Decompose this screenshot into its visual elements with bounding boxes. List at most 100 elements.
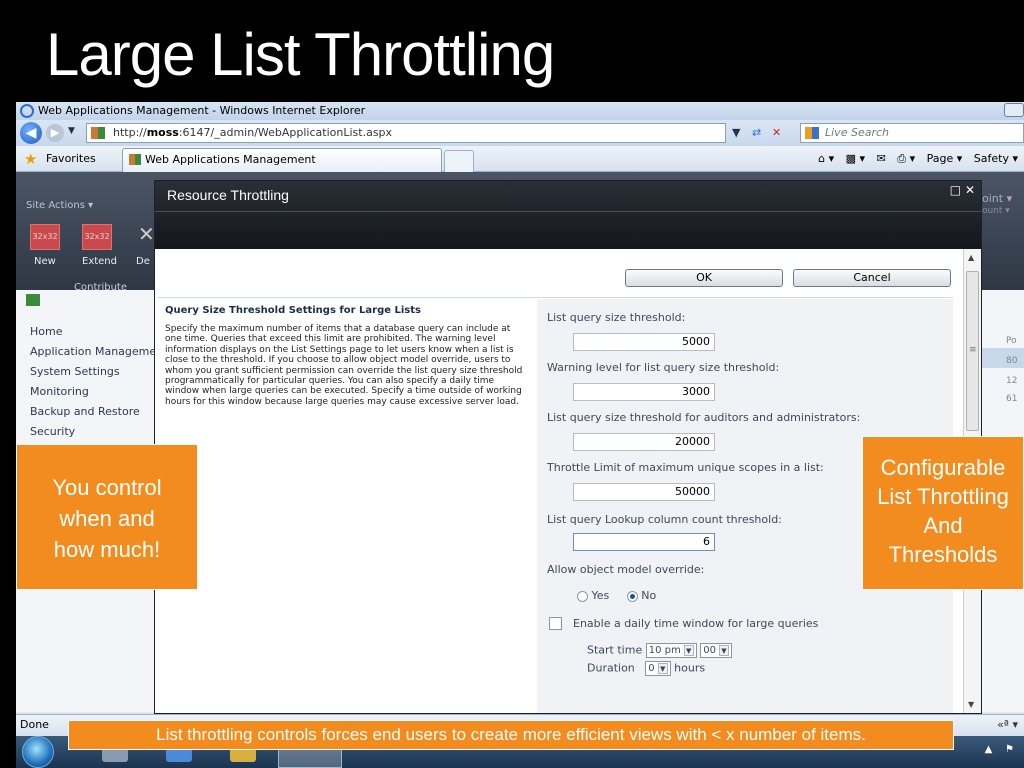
lookup-column-threshold-input[interactable]: 6 bbox=[573, 533, 715, 551]
extend-ribbon-icon[interactable]: 32x32 bbox=[82, 224, 112, 250]
nav-item-system-settings[interactable]: System Settings bbox=[16, 362, 156, 382]
time-window-checkbox[interactable] bbox=[549, 617, 562, 630]
site-actions-menu[interactable]: Site Actions ▾ bbox=[26, 200, 93, 211]
delete-ribbon-icon[interactable]: ✕ bbox=[138, 222, 155, 246]
search-input[interactable]: Live Search bbox=[800, 123, 1024, 143]
dialog-body: OK Cancel Query Size Threshold Settings … bbox=[155, 249, 965, 713]
left-nav: Home Application Management System Setti… bbox=[16, 322, 156, 442]
duration-row: Duration 0 ▼ hours bbox=[587, 661, 705, 676]
stop-icon[interactable]: ✕ bbox=[772, 123, 781, 143]
right-strip-row: 80 bbox=[1006, 356, 1018, 366]
section-title: Query Size Threshold Settings for Large … bbox=[165, 305, 421, 316]
nav-item-home[interactable]: Home bbox=[16, 322, 156, 342]
duration-select[interactable]: 0 ▼ bbox=[645, 661, 671, 676]
live-search-icon bbox=[805, 127, 819, 139]
nav-item-monitoring[interactable]: Monitoring bbox=[16, 382, 156, 402]
command-bar: ⌂ ▾ ▩ ▾ ✉ ⎙ ▾ Page ▾ Safety ▾ bbox=[810, 152, 1018, 166]
tab-web-applications-management[interactable]: Web Applications Management bbox=[122, 148, 442, 172]
object-model-override-label: Allow object model override: bbox=[547, 563, 705, 576]
override-yes-label: Yes bbox=[591, 589, 610, 602]
dialog-controls: □ ✕ bbox=[950, 183, 975, 197]
cancel-button[interactable]: Cancel bbox=[793, 269, 951, 287]
history-dropdown-icon[interactable]: ▼ bbox=[68, 126, 75, 136]
print-icon[interactable]: ⎙ ▾ bbox=[897, 152, 915, 165]
nav-item-security[interactable]: Security bbox=[16, 422, 156, 442]
right-strip-menu-2[interactable]: ount ▾ bbox=[982, 206, 1010, 216]
favorites-star-icon[interactable]: ★ bbox=[24, 150, 37, 168]
window-titlebar: Web Applications Management - Windows In… bbox=[16, 102, 1024, 120]
right-strip-menu[interactable]: oint ▾ bbox=[982, 192, 1012, 205]
new-ribbon-button[interactable]: New bbox=[34, 256, 56, 267]
maximize-icon[interactable]: □ bbox=[950, 183, 961, 197]
unique-scopes-input[interactable]: 50000 bbox=[573, 483, 715, 501]
site-favicon-icon bbox=[91, 127, 105, 139]
delete-ribbon-button[interactable]: De bbox=[136, 256, 150, 267]
navigate-up-icon[interactable] bbox=[26, 294, 40, 306]
new-tab-button[interactable] bbox=[444, 150, 474, 172]
close-icon[interactable]: ✕ bbox=[965, 183, 975, 197]
override-no-label: No bbox=[641, 589, 657, 602]
lookup-column-threshold-label: List query Lookup column count threshold… bbox=[547, 513, 782, 526]
url-input[interactable]: http://moss:6147/_admin/WebApplicationLi… bbox=[86, 123, 726, 143]
page-menu[interactable]: Page ▾ bbox=[927, 152, 963, 165]
chevron-down-icon: ▼ bbox=[718, 645, 729, 656]
nav-item-backup-restore[interactable]: Backup and Restore bbox=[16, 402, 156, 422]
safety-menu[interactable]: Safety ▾ bbox=[974, 152, 1018, 165]
callout-line: You control bbox=[52, 475, 162, 500]
forward-arrow-icon[interactable]: ▶ bbox=[46, 124, 64, 142]
hours-label: hours bbox=[674, 661, 706, 675]
list-query-size-threshold-input[interactable]: 5000 bbox=[573, 333, 715, 351]
url-dropdown-icon[interactable]: ▼ bbox=[732, 126, 740, 139]
scroll-up-icon[interactable]: ▲ bbox=[968, 253, 974, 262]
window-title: Web Applications Management - Windows In… bbox=[38, 104, 366, 117]
start-minute-value: 00 bbox=[703, 645, 716, 656]
mail-icon[interactable]: ✉ bbox=[877, 152, 886, 165]
scrollbar-grip-icon: ≡ bbox=[969, 345, 977, 355]
callout-configurable: Configurable List Throttling And Thresho… bbox=[862, 436, 1024, 590]
time-window-label: Enable a daily time window for large que… bbox=[573, 617, 819, 630]
back-arrow-icon[interactable]: ◀ bbox=[20, 122, 42, 144]
ok-button[interactable]: OK bbox=[625, 269, 783, 287]
warning-level-input[interactable]: 3000 bbox=[573, 383, 715, 401]
dialog-header: Resource Throttling □ ✕ bbox=[155, 181, 981, 249]
nav-item-application-management[interactable]: Application Management bbox=[16, 342, 156, 362]
slide-title: Large List Throttling bbox=[46, 21, 555, 88]
override-no-radio[interactable] bbox=[626, 590, 638, 602]
feeds-icon[interactable]: ▩ ▾ bbox=[846, 152, 865, 165]
zoom-control[interactable]: «ª ▾ bbox=[997, 715, 1018, 735]
url-prefix: http:// bbox=[113, 126, 147, 139]
new-ribbon-icon[interactable]: 32x32 bbox=[30, 224, 60, 250]
ribbon-group-label: Contribute bbox=[74, 282, 128, 293]
override-radio-group: Yes No bbox=[577, 589, 656, 602]
favorites-button[interactable]: Favorites bbox=[46, 152, 96, 165]
ie-logo-icon bbox=[20, 104, 34, 118]
callout-line: List Throttling bbox=[877, 484, 1009, 509]
auditor-threshold-input[interactable]: 20000 bbox=[573, 433, 715, 451]
start-button[interactable] bbox=[22, 736, 54, 768]
callout-line: when and bbox=[59, 506, 155, 531]
start-hour-select[interactable]: 10 pm ▼ bbox=[645, 643, 697, 658]
override-yes-radio[interactable] bbox=[577, 590, 588, 602]
extend-ribbon-button[interactable]: Extend bbox=[82, 256, 117, 267]
dialog-header-divider bbox=[155, 211, 981, 212]
refresh-icon[interactable]: ⇄ bbox=[752, 123, 761, 143]
tab-label: Web Applications Management bbox=[145, 153, 316, 166]
section-description: Query Size Threshold Settings for Large … bbox=[165, 305, 527, 407]
flag-icon[interactable]: ⚑ bbox=[1005, 744, 1014, 755]
warning-level-label: Warning level for list query size thresh… bbox=[547, 361, 780, 374]
callout-line: And bbox=[923, 513, 963, 538]
start-minute-select[interactable]: 00 ▼ bbox=[700, 643, 732, 658]
tray-arrow-icon[interactable]: ▲ bbox=[985, 744, 993, 755]
unique-scopes-label: Throttle Limit of maximum unique scopes … bbox=[547, 461, 824, 474]
system-tray: ▲ ⚑ bbox=[985, 744, 1014, 755]
window-control-button[interactable] bbox=[1004, 103, 1024, 117]
scroll-down-icon[interactable]: ▼ bbox=[968, 700, 974, 709]
dialog-divider bbox=[157, 297, 953, 298]
status-text: Done bbox=[20, 718, 49, 731]
start-hour-value: 10 pm bbox=[648, 645, 681, 656]
home-icon[interactable]: ⌂ ▾ bbox=[818, 152, 834, 165]
section-text: Specify the maximum number of items that… bbox=[165, 324, 523, 407]
callout-line: Configurable bbox=[880, 455, 1006, 480]
browser-window: Web Applications Management - Windows In… bbox=[16, 102, 1024, 768]
start-time-label: Start time bbox=[587, 643, 643, 657]
